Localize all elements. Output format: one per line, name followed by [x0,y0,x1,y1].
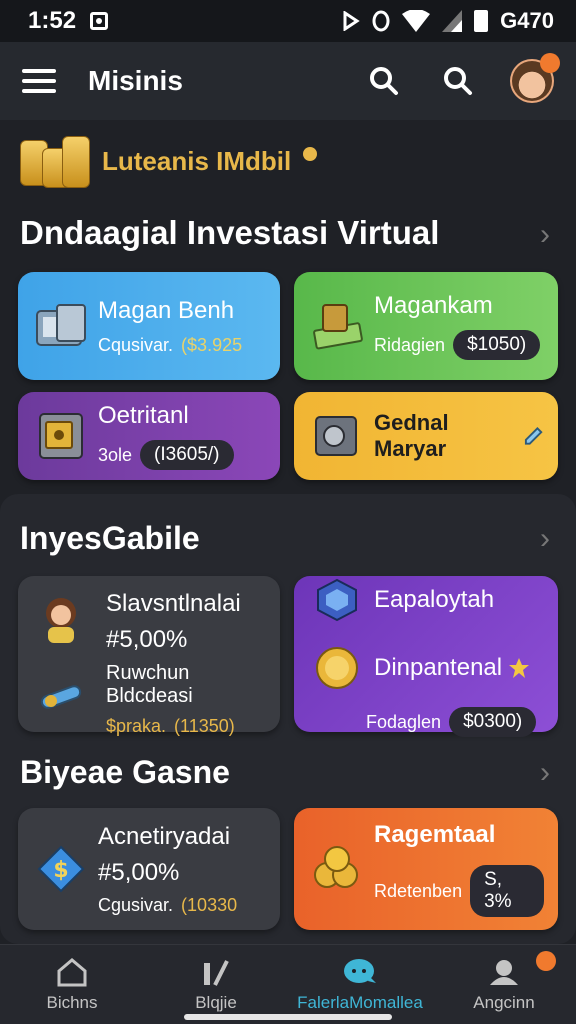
bottom-nav: Bichns Blqjie FalerlaMomallea Angcinn [0,944,576,1024]
menu-icon[interactable] [22,69,56,93]
card-sub: Cqusivar. ($3.925 [98,335,242,356]
status-time: 1:52 [28,7,77,34]
section-title: Dndaagial Investasi Virtual [20,214,440,251]
investment-card[interactable]: Oetritanl 3ole (I3605/) [18,392,280,480]
search-icon-secondary[interactable] [436,59,480,103]
home-icon [57,957,87,986]
card-sub-label: Ridagien [374,334,446,355]
nav-item-chat[interactable]: FalerlaMomallea [288,945,432,1024]
notification-badge [540,53,560,73]
investment-card[interactable]: Slavsntlnalai #5,00% Ruwchun Bldcdeasi $… [18,576,280,736]
investment-card[interactable]: $ Acnetiryadai #5,00% Cgusivar. (10330 [18,808,280,930]
nfc-icon [343,11,360,31]
card-sub-label: Rdetenben [374,880,463,901]
card-sub-label: Cqusivar. [98,334,174,355]
notification-badge [536,951,556,971]
notification-icon [90,12,109,30]
nav-label: Bichns [46,992,98,1012]
signal-icon [442,10,463,32]
card-title: Ragemtaal [374,821,496,848]
chevron-right-icon[interactable]: › [540,756,550,790]
home-indicator[interactable] [184,1014,392,1020]
card-sub: $praka. (11350) [106,716,266,737]
card-percent: #5,00% [98,858,180,886]
investment-card[interactable]: Eapaloytah Dinpantenal Fodaglen $0300) [294,576,558,737]
card-sub-label: Cgusivar. [98,894,174,915]
card-sub: Fodaglen $0300) [308,707,537,737]
section-title: Biyeae Gasne [20,754,230,790]
alarm-icon [372,10,390,32]
value-pill: S, 3% [470,865,544,917]
investment-card[interactable]: Magan Benh Cqusivar. ($3.925 [18,272,280,380]
card-title: Acnetiryadai [98,822,231,850]
avatar[interactable] [510,53,560,103]
chevron-right-icon[interactable]: › [540,522,550,556]
chat-icon [344,958,376,983]
coins-stack-icon [308,840,366,898]
battery-icon [474,10,489,32]
cube-icon [308,571,366,629]
card-title: Slavsntlnalai [106,590,241,617]
card-sub: 3ole (I3605/) [98,440,234,470]
chevron-right-icon[interactable]: › [540,218,550,252]
profile-icon [490,959,518,985]
search-icon[interactable] [362,59,406,103]
nav-label: Blqjie [195,992,237,1012]
wifi-icon [402,10,431,32]
nav-item-home[interactable]: Bichns [0,945,144,1024]
star-icon [509,658,530,678]
nav-label: Angcinn [473,992,535,1012]
chart-icon [204,959,229,986]
status-bar: 1:52 G470 [0,0,576,42]
card-sub-value: (10330 [181,894,238,915]
card-sub-value: ($3.925 [181,334,243,355]
pipe-icon [32,668,90,726]
woman-avatar-icon [32,590,90,648]
battery-text: G470 [500,8,554,33]
card-sub-value: (11350) [174,716,235,736]
value-pill: (I3605/) [140,440,234,470]
banner: Luteanis IMdbil [20,132,318,190]
card-sub-label: Fodaglen [366,711,442,732]
safe-icon [32,407,90,465]
investment-card[interactable]: Gednal Maryar [294,392,558,480]
coin-small-icon [303,147,318,161]
card-title: Eapaloytah [374,586,495,613]
dollar-diamond-icon: $ [32,840,90,898]
card-sub-label: $praka. [106,716,167,736]
section-title: InyesGabile [20,520,200,556]
money-icon [308,297,366,355]
banner-text: Luteanis IMdbil [102,145,292,176]
value-pill: $0300) [449,707,537,737]
nav-item-chart[interactable]: Blqjie [144,945,288,1024]
coin-icon [308,639,366,697]
investment-card[interactable]: Magankam Ridagien $1050) [294,272,558,380]
value-pill: $1050) [453,330,541,360]
pencil-icon [524,426,543,445]
card-title: Gednal Maryar [374,410,449,461]
card-percent: #5,00% [106,626,188,653]
card-title: Magan Benh [98,296,235,324]
app-bar: Misinis [0,42,576,120]
nav-label: FalerlaMomallea [297,992,423,1012]
svg-text:$: $ [53,858,68,883]
vault-icon [308,407,366,465]
card-sub: Rdetenben S, 3% [374,865,544,917]
bank-icon [32,297,90,355]
card-title: Magankam [374,292,493,319]
card-subtitle: Ruwchun Bldcdeasi [106,662,193,707]
card-sub: Ridagien $1050) [374,330,541,360]
page-title: Misinis [88,65,183,96]
card-sub: Cgusivar. (10330 [98,895,237,916]
card-subtitle: Dinpantenal [374,654,503,681]
coins-icon [20,132,92,190]
nav-item-profile[interactable]: Angcinn [432,945,576,1024]
card-title: Oetritanl [98,402,189,429]
card-sub-label: 3ole [98,444,133,465]
investment-card[interactable]: Ragemtaal Rdetenben S, 3% [294,808,558,930]
